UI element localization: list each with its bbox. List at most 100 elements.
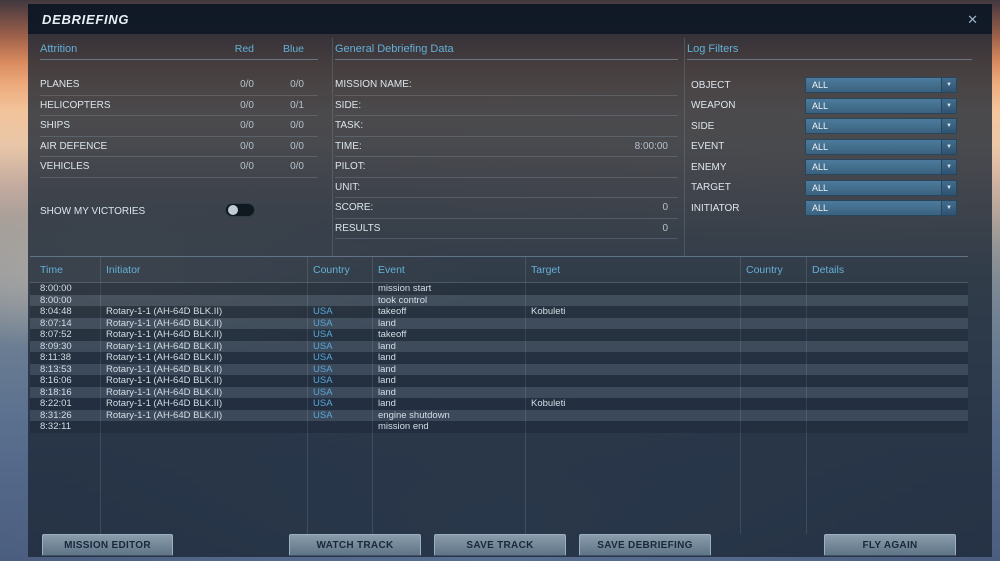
log-cell: 8:13:53 [40, 363, 72, 375]
log-cell: land [378, 363, 396, 375]
general-row-value: 8:00:00 [634, 140, 668, 152]
general-row-label: UNIT: [335, 181, 360, 193]
log-cell [100, 295, 307, 307]
dropdown-arrow-icon: ▼ [941, 201, 956, 216]
general-data-row: MISSION NAME: [335, 75, 678, 96]
log-cell: Rotary-1-1 (AH-64D BLK.II) [106, 375, 223, 386]
log-row[interactable]: 8:04:48 Rotary-1-1 (AH-64D BLK.II) USA take… [30, 306, 968, 318]
filter-dropdown-value: ALL [812, 141, 829, 152]
toggle-knob-icon [228, 204, 238, 215]
log-cell [740, 306, 806, 318]
log-cell [806, 421, 968, 433]
filter-dropdown-weapon[interactable]: ALL ▼ [805, 97, 957, 114]
log-cell: Rotary-1-1 (AH-64D BLK.II) [106, 306, 223, 317]
filter-row: OBJECT ALL ▼ [687, 75, 972, 96]
log-cell: took control [378, 294, 428, 306]
filter-dropdown-initiator[interactable]: ALL ▼ [805, 200, 957, 217]
log-cell: 8:18:16 [40, 386, 72, 398]
filter-dropdown-enemy[interactable]: ALL ▼ [805, 159, 957, 176]
attrition-red-value: 0/0 [240, 120, 254, 131]
filter-label: ENEMY [691, 161, 727, 173]
log-cell [740, 387, 806, 399]
log-row[interactable]: 8:18:16 Rotary-1-1 (AH-64D BLK.II) USA land [30, 386, 968, 399]
filter-dropdown-value: ALL [812, 203, 829, 214]
log-filters-section: Log Filters OBJECT ALL ▼ WEAPON ALL ▼ SI… [684, 38, 972, 256]
log-cell [525, 341, 740, 353]
mission-editor-button[interactable]: MISSION EDITOR [42, 534, 173, 556]
log-cell: 8:04:48 [40, 306, 72, 317]
log-cell [740, 341, 806, 353]
log-row[interactable]: 8:16:06 Rotary-1-1 (AH-64D BLK.II) USA land [30, 375, 968, 387]
attrition-row: AIR DEFENCE 0/0 0/0 [40, 137, 318, 157]
close-icon[interactable]: ✕ [967, 13, 978, 26]
filter-dropdown-target[interactable]: ALL ▼ [805, 179, 957, 196]
filters-section-title: Log Filters [687, 42, 739, 55]
log-cell: mission end [378, 421, 429, 432]
attrition-row: HELICOPTERS 0/0 0/1 [40, 96, 318, 116]
log-cell: 8:32:11 [40, 421, 71, 432]
log-row[interactable]: 8:00:00 mission start [30, 283, 968, 295]
filter-dropdown-object[interactable]: ALL ▼ [805, 77, 957, 94]
dropdown-arrow-icon: ▼ [941, 180, 956, 195]
log-cell [806, 352, 968, 364]
log-cell: USA [313, 398, 333, 409]
log-cell: USA [313, 352, 333, 363]
log-cell: USA [313, 363, 333, 375]
log-cell [100, 421, 307, 433]
general-row-label: TIME: [335, 140, 362, 152]
attrition-blue-value: 0/0 [290, 161, 304, 172]
show-victories-toggle[interactable] [225, 202, 255, 217]
log-row[interactable]: 8:13:53 Rotary-1-1 (AH-64D BLK.II) USA land [30, 363, 968, 375]
attrition-row-label: VEHICLES [40, 161, 90, 172]
attrition-row-label: PLANES [40, 79, 80, 90]
log-row[interactable]: 8:00:00 took control [30, 294, 968, 307]
filter-dropdown-side[interactable]: ALL ▼ [805, 118, 957, 135]
dropdown-arrow-icon: ▼ [941, 119, 956, 134]
save-debriefing-button[interactable]: SAVE DEBRIEFING [579, 534, 711, 556]
general-data-row: TIME: 8:00:00 [335, 137, 678, 157]
fly-again-button[interactable]: FLY AGAIN [824, 534, 956, 556]
log-cell: land [378, 398, 396, 409]
save-track-button[interactable]: SAVE TRACK [434, 534, 566, 556]
log-cell: 8:00:00 [40, 283, 72, 294]
general-data-row: UNIT: [335, 178, 678, 198]
general-row-value: 0 [662, 222, 668, 234]
filter-label: EVENT [691, 141, 725, 153]
log-cell [525, 421, 740, 433]
attrition-section-title: Attrition [40, 42, 78, 55]
log-row[interactable]: 8:31:26 Rotary-1-1 (AH-64D BLK.II) USA engi… [30, 409, 968, 421]
log-cell: USA [313, 386, 333, 398]
general-row-label: SCORE: [335, 202, 374, 213]
log-row[interactable]: 8:07:14 Rotary-1-1 (AH-64D BLK.II) USA land [30, 317, 968, 330]
log-cell: Rotary-1-1 (AH-64D BLK.II) [106, 317, 223, 329]
log-cell: Rotary-1-1 (AH-64D BLK.II) [106, 398, 223, 409]
log-cell [307, 421, 372, 433]
log-cell: 8:16:06 [40, 375, 72, 386]
attrition-rows: PLANES 0/0 0/0 HELICOPTERS 0/0 0/1 SHIPS… [40, 75, 318, 178]
watch-track-button[interactable]: WATCH TRACK [289, 534, 421, 556]
log-row[interactable]: 8:09:30 Rotary-1-1 (AH-64D BLK.II) USA land [30, 340, 968, 353]
filter-row: SIDE ALL ▼ [687, 116, 972, 137]
filter-row: EVENT ALL ▼ [687, 137, 972, 158]
log-cell [806, 295, 968, 307]
filter-dropdown-event[interactable]: ALL ▼ [805, 138, 957, 155]
attrition-row: VEHICLES 0/0 0/0 [40, 157, 318, 178]
log-cell [525, 318, 740, 330]
general-debriefing-section: General Debriefing Data MISSION NAME: SI… [332, 38, 678, 256]
dropdown-arrow-icon: ▼ [941, 98, 956, 113]
filter-label: INITIATOR [691, 202, 740, 214]
attrition-column-red: Red [234, 42, 254, 55]
log-row[interactable]: 8:32:11 mission end [30, 421, 968, 433]
log-cell: 8:11:38 [40, 352, 71, 363]
filter-label: OBJECT [691, 79, 731, 91]
log-cell: Kobuleti [531, 398, 566, 409]
show-victories-label: SHOW MY VICTORIES [40, 205, 146, 217]
log-row[interactable]: 8:22:01 Rotary-1-1 (AH-64D BLK.II) USA land… [30, 398, 968, 410]
log-cell [806, 318, 968, 330]
filter-dropdown-value: ALL [812, 80, 829, 91]
log-cell [525, 295, 740, 307]
log-row[interactable]: 8:07:52 Rotary-1-1 (AH-64D BLK.II) USA take… [30, 329, 968, 341]
log-row[interactable]: 8:11:38 Rotary-1-1 (AH-64D BLK.II) USA land [30, 352, 968, 364]
log-cell [740, 352, 806, 364]
general-data-row: SCORE: 0 [335, 198, 678, 219]
